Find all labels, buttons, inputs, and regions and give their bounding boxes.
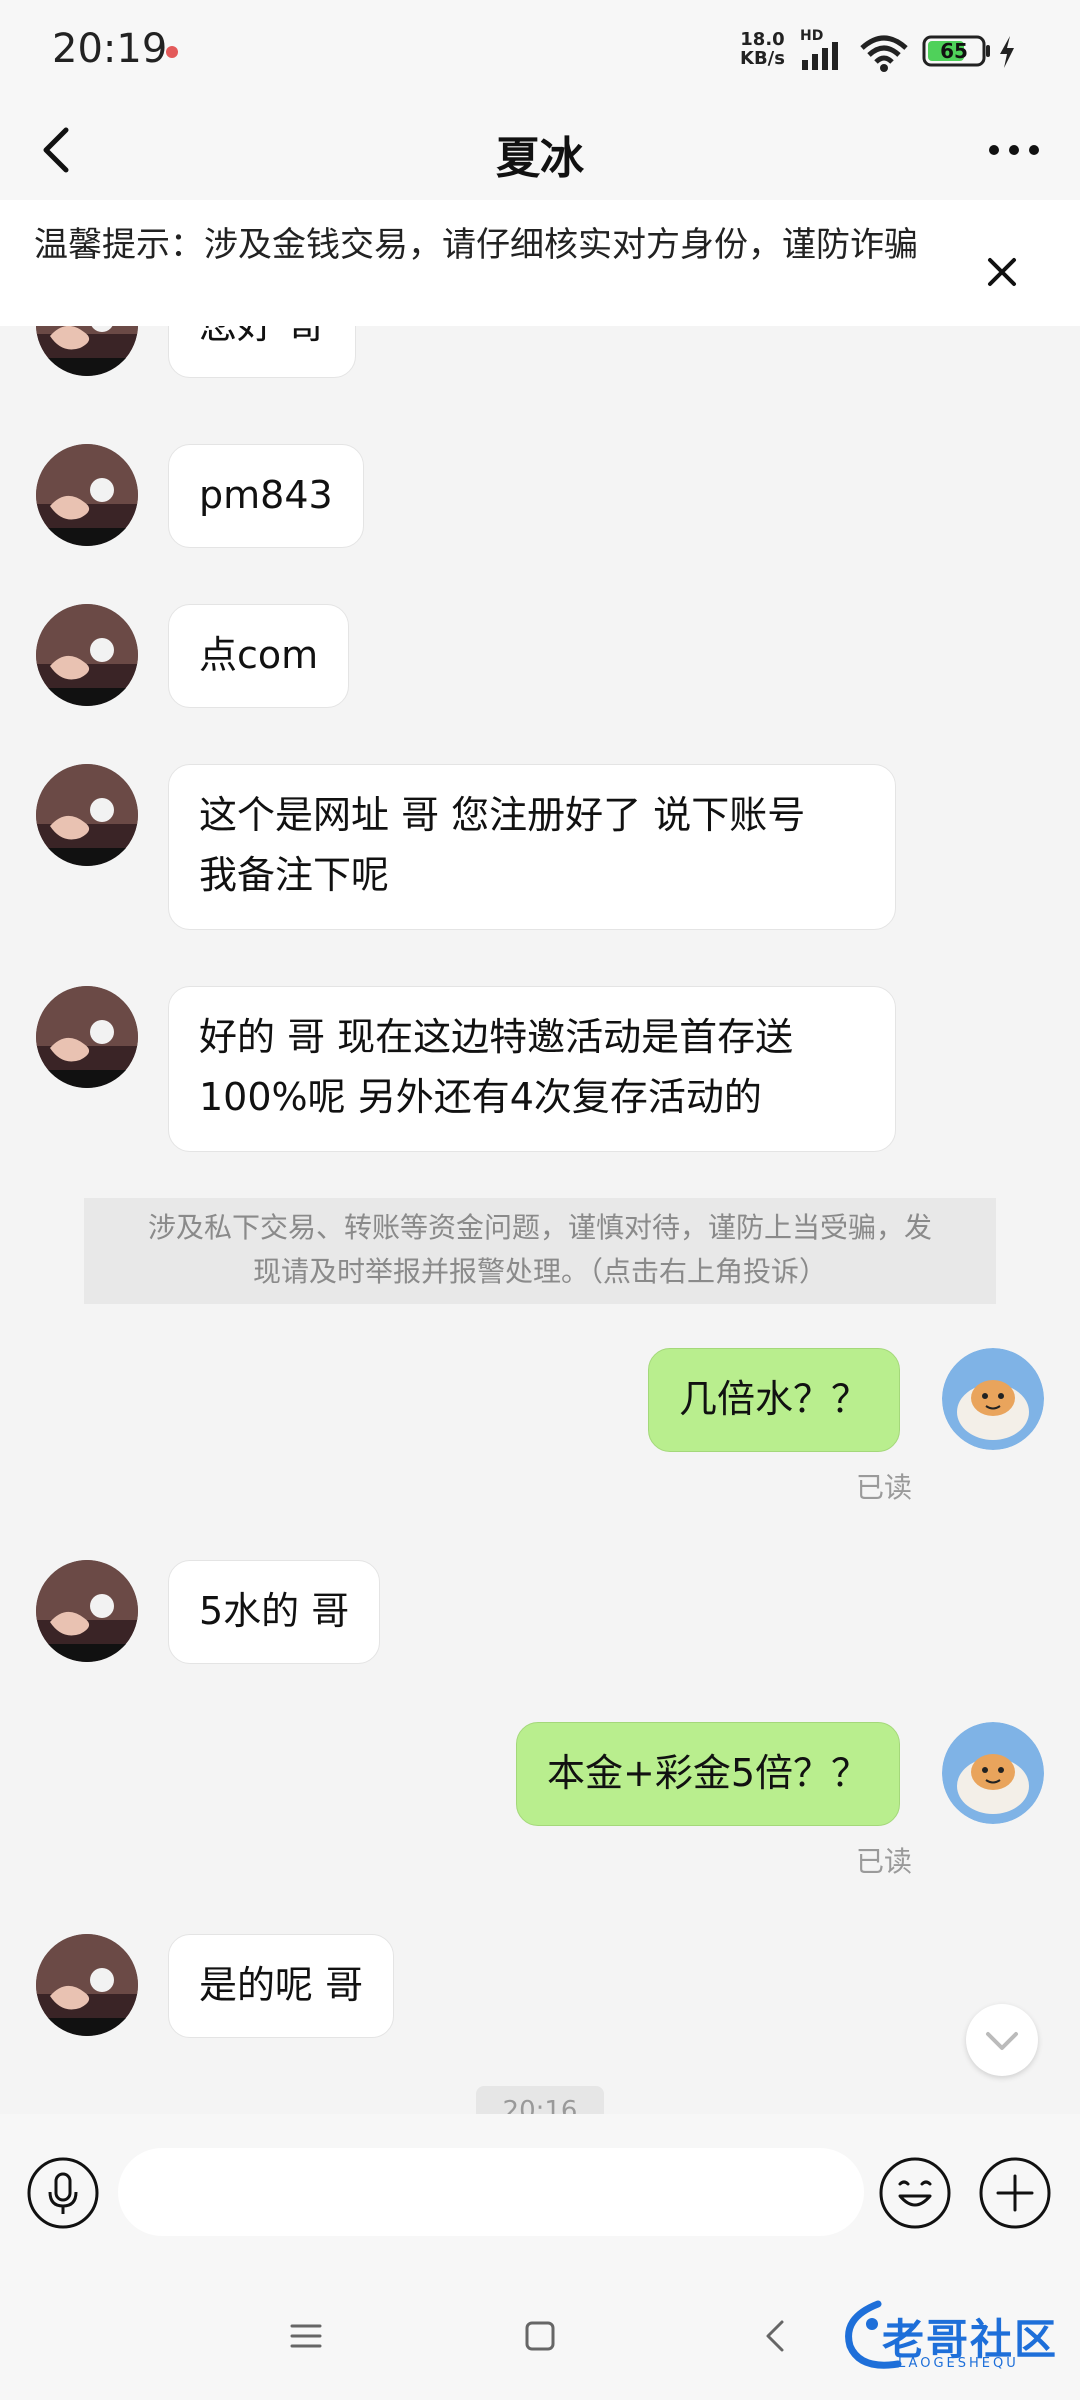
scroll-to-bottom-button[interactable] — [966, 2004, 1038, 2076]
contact-avatar[interactable] — [36, 1560, 138, 1662]
contact-avatar[interactable] — [36, 764, 138, 866]
plus-icon[interactable] — [978, 2156, 1052, 2230]
back-icon[interactable] — [756, 2314, 796, 2358]
chevron-down-icon — [986, 2032, 1018, 2050]
network-speed-value: 18.0 — [740, 29, 785, 50]
time-divider: 20:16 — [476, 2086, 604, 2114]
watermark-subtext: LAOGESHEQU — [898, 2356, 1019, 2371]
microphone-icon[interactable] — [26, 2156, 100, 2230]
watermark-logo: 老哥社区 LAOGESHEQU — [838, 2294, 1070, 2380]
incoming-message-bubble[interactable]: 您好 哥 — [168, 326, 357, 378]
network-speed-unit: KB/s — [740, 48, 785, 69]
incoming-message-bubble[interactable]: 好的 哥 现在这边特邀活动是首存送 100%呢 另外还有4次复存活动的 — [168, 986, 896, 1152]
status-time: 20:19 — [52, 26, 168, 72]
outgoing-message-bubble[interactable]: 本金+彩金5倍？？ — [516, 1722, 901, 1826]
warning-tip-text: 温馨提示：涉及金钱交易，请仔细核实对方身份，谨防诈骗 — [34, 225, 918, 265]
incoming-message-bubble[interactable]: 是的呢 哥 — [168, 1934, 395, 2038]
system-nav-bar: 老哥社区 LAOGESHEQU — [0, 2274, 1080, 2400]
chat-message-list[interactable]: 您好 哥 pm843 点com — [0, 326, 1080, 2114]
message-input-bar — [0, 2114, 1080, 2274]
wifi-icon — [860, 35, 908, 72]
incoming-message-bubble[interactable]: 点com — [168, 604, 350, 708]
warning-tip-bar: 温馨提示：涉及金钱交易，请仔细核实对方身份，谨防诈骗 — [0, 200, 1080, 326]
contact-avatar[interactable] — [36, 1934, 138, 2036]
notice-line: 涉及私下交易、转账等资金问题，谨慎对待，谨防上当受骗，发 — [147, 1211, 932, 1244]
charging-icon — [1000, 36, 1014, 68]
battery-icon: 65 — [922, 34, 992, 68]
home-icon[interactable] — [520, 2316, 560, 2356]
notice-line: 现请及时举报并报警处理。（点击右上角投诉） — [252, 1255, 827, 1288]
network-speed: 18.0 KB/s — [740, 30, 785, 68]
contact-avatar[interactable] — [36, 326, 138, 376]
signal-icon — [802, 42, 838, 70]
read-status: 已读 — [856, 1845, 913, 1878]
message-input[interactable] — [118, 2148, 864, 2236]
outgoing-message-bubble[interactable]: 几倍水？？ — [648, 1348, 901, 1452]
contact-avatar[interactable] — [36, 444, 138, 546]
incoming-message-bubble[interactable]: 这个是网址 哥 您注册好了 说下账号 我备注下呢 — [168, 764, 896, 930]
message-line: 我备注下呢 — [199, 853, 390, 897]
incoming-message-bubble[interactable]: pm843 — [168, 444, 364, 548]
status-bar: 20:19 18.0 KB/s HD 65 — [0, 0, 1080, 100]
more-dots-icon[interactable] — [982, 122, 1046, 178]
chat-screen: 20:19 18.0 KB/s HD 65 夏冰 温馨提示：涉及金钱交易，请仔细… — [0, 0, 1080, 2400]
emoji-icon[interactable] — [878, 2156, 952, 2230]
page-title: 夏冰 — [496, 133, 584, 184]
my-avatar[interactable] — [942, 1348, 1044, 1450]
contact-avatar[interactable] — [36, 986, 138, 1088]
menu-icon[interactable] — [286, 2316, 326, 2356]
incoming-message-bubble[interactable]: 5水的 哥 — [168, 1560, 381, 1664]
chat-header: 夏冰 — [0, 100, 1080, 200]
my-avatar[interactable] — [942, 1722, 1044, 1824]
message-line: 100%呢 另外还有4次复存活动的 — [199, 1075, 762, 1119]
contact-avatar[interactable] — [36, 604, 138, 706]
fraud-warning-notice[interactable]: 涉及私下交易、转账等资金问题，谨慎对待，谨防上当受骗，发 现请及时举报并报警处理… — [84, 1198, 996, 1304]
read-status: 已读 — [856, 1471, 913, 1504]
message-line: 这个是网址 哥 您注册好了 说下账号 — [199, 793, 806, 837]
close-icon[interactable] — [980, 250, 1024, 294]
message-line: 好的 哥 现在这边特邀活动是首存送 — [199, 1015, 794, 1059]
notification-dot-icon — [166, 46, 178, 58]
battery-level: 65 — [940, 39, 968, 63]
